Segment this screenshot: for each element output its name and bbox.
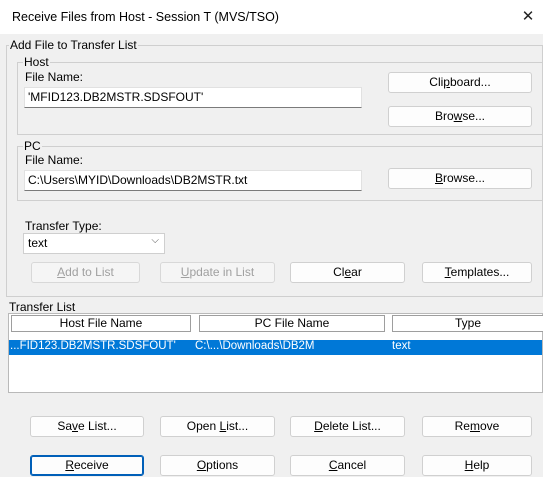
row-pc-file-name: C:\...\Downloads\DB2M	[195, 340, 315, 352]
transfer-list-label: Transfer List	[9, 300, 76, 314]
close-icon[interactable]: ✕	[516, 6, 540, 28]
templates-button[interactable]: Templates...	[422, 262, 532, 283]
help-button[interactable]: Help	[422, 455, 532, 476]
clear-button[interactable]: Clear	[290, 262, 405, 283]
clipboard-button[interactable]: Clipboard...	[388, 72, 532, 93]
add-file-group-label: Add File to Transfer List	[9, 38, 138, 52]
transfer-type-select[interactable]: text ⌵	[23, 233, 165, 254]
delete-list-button[interactable]: Delete List...	[290, 416, 405, 437]
host-file-name-label: File Name:	[25, 70, 84, 84]
remove-button[interactable]: Remove	[422, 416, 532, 437]
cancel-button[interactable]: Cancel	[290, 455, 405, 476]
add-to-list-button[interactable]: Add to List	[31, 262, 140, 283]
pc-file-name-label: File Name:	[25, 153, 84, 167]
pc-group-label: PC	[23, 139, 42, 153]
options-button[interactable]: Options	[160, 455, 275, 476]
window-title: Receive Files from Host - Session T (MVS…	[12, 10, 279, 24]
pc-browse-button[interactable]: Browse...	[388, 168, 532, 189]
transfer-list[interactable]: Host File Name PC File Name Type ...FID1…	[8, 313, 543, 393]
host-file-name-input[interactable]: 'MFID123.DB2MSTR.SDSFOUT'	[24, 87, 362, 108]
receive-button[interactable]: Receive	[30, 455, 144, 476]
open-list-button[interactable]: Open List...	[160, 416, 275, 437]
transfer-type-value: text	[28, 236, 48, 250]
pc-file-name-input[interactable]: C:\Users\MYID\Downloads\DB2MSTR.txt	[24, 170, 362, 191]
save-list-button[interactable]: Save List...	[30, 416, 144, 437]
row-type: text	[392, 340, 411, 352]
update-in-list-button[interactable]: Update in List	[160, 262, 275, 283]
title-bar: Receive Files from Host - Session T (MVS…	[0, 0, 543, 34]
column-header-pc-file-name[interactable]: PC File Name	[199, 315, 385, 332]
table-row[interactable]: ...FID123.DB2MSTR.SDSFOUT' C:\...\Downlo…	[9, 340, 542, 355]
chevron-down-icon: ⌵	[151, 235, 159, 246]
host-browse-button[interactable]: Browse...	[388, 106, 532, 127]
row-host-file-name: ...FID123.DB2MSTR.SDSFOUT'	[10, 340, 176, 352]
column-header-host-file-name[interactable]: Host File Name	[11, 315, 191, 332]
column-header-type[interactable]: Type	[392, 315, 543, 332]
transfer-type-label: Transfer Type:	[25, 219, 102, 233]
host-group-label: Host	[23, 55, 50, 69]
